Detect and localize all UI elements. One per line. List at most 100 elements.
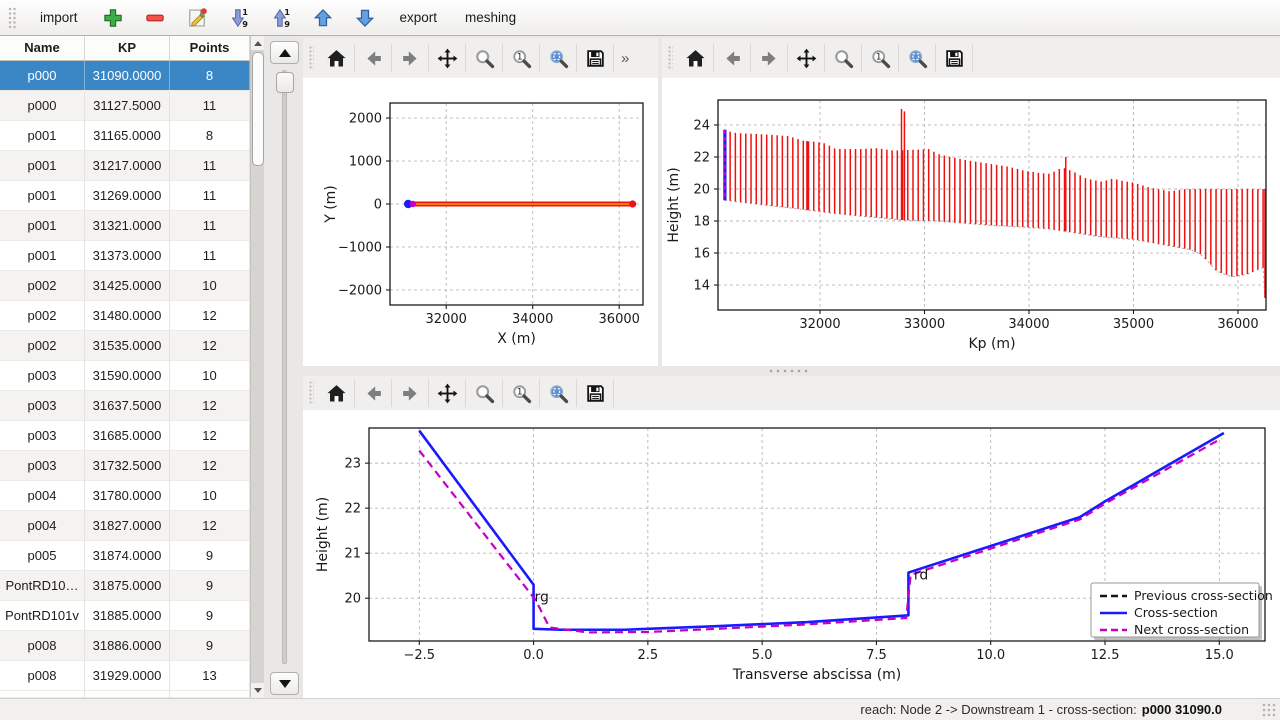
save-icon [585, 383, 606, 404]
forward-button[interactable] [392, 379, 429, 407]
section-slider-handle[interactable] [276, 72, 294, 93]
column-header-points[interactable]: Points [170, 36, 250, 60]
cell-name: p001 [0, 151, 85, 181]
toolbar-overflow-button[interactable]: » [614, 50, 636, 67]
zoom-button[interactable] [466, 379, 503, 407]
cell-kp: 31127.5000 [85, 91, 170, 121]
zoom-original-button[interactable]: 1 [503, 44, 540, 72]
table-row[interactable]: p00431827.000012 [0, 511, 263, 541]
toolbar-grip[interactable] [668, 46, 673, 70]
back-button[interactable] [355, 44, 392, 72]
home-button[interactable] [318, 379, 355, 407]
table-row[interactable]: p00131321.000011 [0, 211, 263, 241]
table-row[interactable]: p00331732.500012 [0, 451, 263, 481]
longitudinal-view-canvas[interactable]: 3200033000340003500036000141618202224Kp … [662, 78, 1280, 366]
table-row[interactable]: p00231480.000012 [0, 301, 263, 331]
table-row[interactable]: p00231535.000012 [0, 331, 263, 361]
home-button[interactable] [677, 44, 714, 72]
save-button[interactable] [577, 44, 614, 72]
cell-kp: 31827.0000 [85, 511, 170, 541]
back-button[interactable] [355, 379, 392, 407]
save-button[interactable] [936, 44, 973, 72]
scrollbar-thumb[interactable] [252, 52, 264, 166]
column-header-kp[interactable]: KP [85, 36, 170, 60]
pan-button[interactable] [429, 44, 466, 72]
section-up-button[interactable] [270, 41, 299, 64]
svg-text:Kp (m): Kp (m) [968, 336, 1015, 352]
svg-text:2000: 2000 [349, 112, 382, 127]
table-row[interactable]: p00131269.000011 [0, 181, 263, 211]
table-row[interactable]: p00131217.000011 [0, 151, 263, 181]
svg-text:15.0: 15.0 [1205, 648, 1234, 663]
cell-name: p000 [0, 61, 85, 91]
zoom-button[interactable] [825, 44, 862, 72]
back-button[interactable] [714, 44, 751, 72]
zoom-button[interactable] [466, 44, 503, 72]
move-up-button[interactable] [303, 3, 343, 33]
scrollbar-up-arrow[interactable] [251, 36, 264, 50]
table-row[interactable]: p00331685.000012 [0, 421, 263, 451]
zoom-original-button[interactable]: 1 [503, 379, 540, 407]
pan-button[interactable] [429, 379, 466, 407]
home-button[interactable] [318, 44, 355, 72]
sort-descending-button[interactable]: 19 [261, 3, 301, 33]
cell-points: 11 [170, 241, 250, 271]
cross-section-view-canvas[interactable]: −2.50.02.55.07.510.012.515.020212223Tran… [303, 410, 1280, 698]
forward-button[interactable] [751, 44, 788, 72]
table-row[interactable]: p00131165.00008 [0, 121, 263, 151]
table-row[interactable]: p00331637.500012 [0, 391, 263, 421]
column-header-name[interactable]: Name [0, 36, 85, 60]
plan-view-canvas[interactable]: 320003400036000−2000−1000010002000X (m)Y… [303, 78, 658, 366]
forward-icon [400, 383, 421, 404]
table-row[interactable]: p00131373.000011 [0, 241, 263, 271]
home-icon [326, 383, 347, 404]
cell-kp: 31885.0000 [85, 601, 170, 631]
export-button[interactable]: export [387, 3, 451, 32]
forward-icon [759, 48, 780, 69]
table-row[interactable]: PontRD10…31875.00009 [0, 571, 263, 601]
svg-text:32000: 32000 [426, 312, 467, 327]
scrollbar-down-arrow[interactable] [251, 683, 264, 697]
table-row[interactable]: p00031127.500011 [0, 91, 263, 121]
table-row[interactable]: p00331590.000010 [0, 361, 263, 391]
zoom-selection-button[interactable] [899, 44, 936, 72]
cell-points: 9 [170, 541, 250, 571]
section-down-button[interactable] [270, 672, 299, 695]
table-row[interactable]: p00831929.000013 [0, 661, 263, 691]
toolbar-grip[interactable] [309, 46, 314, 70]
remove-cross-section-button[interactable] [135, 3, 175, 33]
sort-ascending-button[interactable]: 19 [219, 3, 259, 33]
save-button[interactable] [577, 379, 614, 407]
svg-text:23: 23 [344, 457, 361, 472]
pan-icon [437, 48, 458, 69]
section-slider-track[interactable] [282, 70, 287, 664]
zoom-selection-button[interactable] [540, 44, 577, 72]
forward-button[interactable] [392, 44, 429, 72]
table-row[interactable]: PontRD101v31885.00009 [0, 601, 263, 631]
table-scrollbar[interactable] [250, 36, 264, 697]
zoom-selection-button[interactable] [540, 379, 577, 407]
svg-text:34000: 34000 [1008, 317, 1049, 332]
horizontal-splitter[interactable] [300, 366, 1280, 376]
edit-cross-section-button[interactable] [177, 3, 217, 33]
cell-points: 11 [170, 181, 250, 211]
edit-icon [186, 7, 208, 29]
svg-text:−2.5: −2.5 [403, 648, 435, 663]
resize-grip-icon[interactable] [1262, 703, 1276, 717]
move-down-icon [354, 7, 376, 29]
toolbar-grip[interactable] [8, 7, 17, 29]
zoom-selection-icon [548, 383, 569, 404]
table-row[interactable]: p00831886.00009 [0, 631, 263, 661]
move-down-button[interactable] [345, 3, 385, 33]
meshing-button[interactable]: meshing [452, 3, 529, 32]
cell-kp: 31217.0000 [85, 151, 170, 181]
toolbar-grip[interactable] [309, 381, 314, 405]
table-row[interactable]: p00231425.000010 [0, 271, 263, 301]
table-row[interactable]: p00531874.00009 [0, 541, 263, 571]
import-button[interactable]: import [27, 3, 91, 32]
zoom-original-button[interactable]: 1 [862, 44, 899, 72]
table-row[interactable]: p00431780.000010 [0, 481, 263, 511]
pan-button[interactable] [788, 44, 825, 72]
table-row[interactable]: p00031090.00008 [0, 61, 263, 91]
add-cross-section-button[interactable] [93, 3, 133, 33]
